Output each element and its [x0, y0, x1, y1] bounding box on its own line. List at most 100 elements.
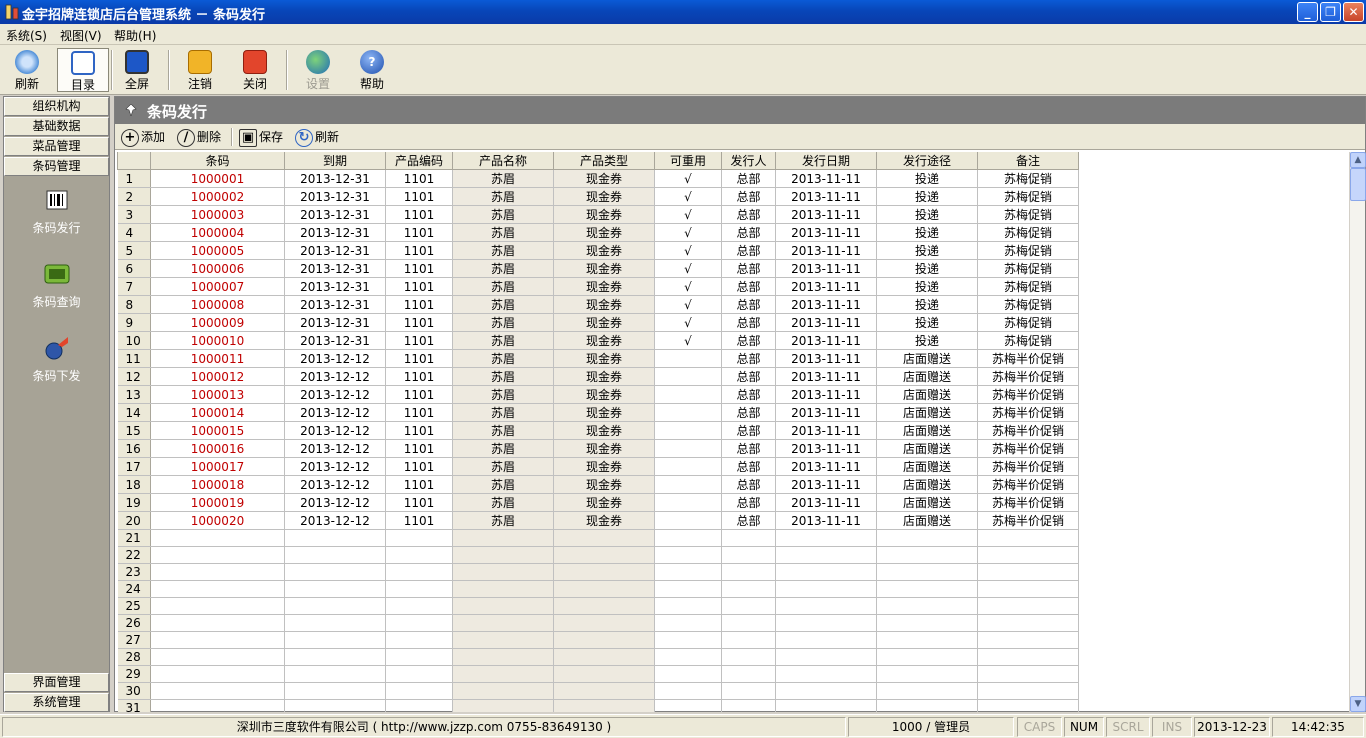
grid-cell[interactable] — [385, 682, 453, 700]
grid-cell[interactable] — [452, 699, 554, 712]
grid-cell[interactable] — [553, 563, 655, 581]
grid-cell[interactable]: 2013-11-11 — [775, 259, 877, 278]
grid-cell[interactable]: 1000005 — [150, 241, 285, 260]
save-button[interactable]: ▣ 保存 — [239, 127, 283, 147]
grid-cell[interactable] — [385, 597, 453, 615]
grid-cell[interactable]: 现金券 — [553, 295, 655, 314]
grid-cell[interactable]: 苏眉 — [452, 259, 554, 278]
grid-cell[interactable] — [977, 699, 1079, 712]
grid-cell[interactable] — [654, 511, 722, 530]
help-button[interactable]: ? 帮助 — [346, 48, 398, 92]
grid-cell[interactable] — [876, 529, 978, 547]
close-window-button[interactable]: ✕ — [1343, 2, 1364, 22]
grid-cell[interactable]: 现金券 — [553, 277, 655, 296]
grid-cell[interactable]: 总部 — [721, 277, 776, 296]
grid-cell[interactable] — [553, 529, 655, 547]
grid-cell[interactable]: 苏眉 — [452, 169, 554, 188]
grid-cell[interactable] — [385, 563, 453, 581]
grid-cell[interactable]: 1000012 — [150, 367, 285, 386]
menu-system[interactable]: 系统(S) — [6, 27, 47, 44]
grid-cell[interactable] — [385, 529, 453, 547]
menu-help[interactable]: 帮助(H) — [114, 27, 156, 44]
grid-cell[interactable]: 1101 — [385, 259, 453, 278]
grid-cell[interactable] — [775, 597, 877, 615]
grid-cell[interactable]: 2013-12-31 — [284, 169, 386, 188]
grid-cell[interactable] — [977, 546, 1079, 564]
grid-cell[interactable] — [385, 580, 453, 598]
grid-cell[interactable] — [876, 614, 978, 632]
grid-cell[interactable] — [284, 648, 386, 666]
scroll-down-icon[interactable]: ▼ — [1350, 696, 1366, 712]
grid-cell[interactable]: 总部 — [721, 403, 776, 422]
grid-cell[interactable]: 苏眉 — [452, 385, 554, 404]
grid-cell[interactable] — [150, 563, 285, 581]
grid-cell[interactable]: 2013-12-12 — [284, 475, 386, 494]
grid-cell[interactable]: 现金券 — [553, 313, 655, 332]
menu-view[interactable]: 视图(V) — [60, 27, 102, 44]
grid-cell[interactable]: 现金券 — [553, 511, 655, 530]
grid-cell[interactable]: 2013-11-11 — [775, 475, 877, 494]
grid-cell[interactable]: 现金券 — [553, 475, 655, 494]
grid-cell[interactable] — [452, 614, 554, 632]
grid-cell[interactable]: 苏梅促销 — [977, 313, 1079, 332]
grid-cell[interactable] — [977, 648, 1079, 666]
grid-cell[interactable]: 店面赠送 — [876, 511, 978, 530]
grid-cell[interactable]: 1000018 — [150, 475, 285, 494]
grid-cell[interactable] — [150, 529, 285, 547]
grid-cell[interactable] — [284, 597, 386, 615]
nav-item-barcode-query[interactable]: 条码查询 — [4, 259, 109, 310]
grid-cell[interactable] — [553, 631, 655, 649]
grid-cell[interactable]: 总部 — [721, 331, 776, 350]
table-row[interactable]: 10 1000010 2013-12-31 1101 苏眉 现金券 √ 总部 2013-11-1… — [117, 331, 1280, 350]
grid-cell[interactable]: 苏梅促销 — [977, 187, 1079, 206]
grid-cell[interactable]: 1101 — [385, 223, 453, 242]
table-row[interactable]: 29 — [117, 665, 1280, 683]
grid-cell[interactable]: 1101 — [385, 385, 453, 404]
grid-cell[interactable] — [284, 529, 386, 547]
grid-cell[interactable]: 1101 — [385, 475, 453, 494]
grid-cell[interactable]: √ — [654, 313, 722, 332]
grid-cell[interactable]: 2013-11-11 — [775, 493, 877, 512]
grid-cell[interactable]: 1101 — [385, 277, 453, 296]
table-row[interactable]: 4 1000004 2013-12-31 1101 苏眉 现金券 √ 总部 2013-11-11… — [117, 223, 1280, 242]
grid-cell[interactable] — [385, 648, 453, 666]
grid-cell[interactable] — [654, 614, 722, 632]
grid-cell[interactable] — [553, 614, 655, 632]
table-row[interactable]: 28 — [117, 648, 1280, 666]
grid-cell[interactable]: 总部 — [721, 439, 776, 458]
grid-cell[interactable]: 2013-11-11 — [775, 223, 877, 242]
grid-cell[interactable]: 投递 — [876, 331, 978, 350]
grid-cell[interactable] — [284, 699, 386, 712]
grid-cell[interactable] — [977, 563, 1079, 581]
grid-cell[interactable]: 苏梅半价促销 — [977, 439, 1079, 458]
grid-cell[interactable]: √ — [654, 223, 722, 242]
grid-cell[interactable] — [150, 682, 285, 700]
grid-cell[interactable]: 1101 — [385, 205, 453, 224]
grid-cell[interactable] — [775, 648, 877, 666]
grid-cell[interactable]: 2013-12-12 — [284, 367, 386, 386]
grid-cell[interactable] — [654, 682, 722, 700]
table-row[interactable]: 31 — [117, 699, 1280, 712]
nav-section-dishes[interactable]: 菜品管理 — [4, 137, 109, 156]
grid-cell[interactable] — [553, 546, 655, 564]
grid-cell[interactable]: 现金券 — [553, 493, 655, 512]
grid-cell[interactable]: 2013-11-11 — [775, 241, 877, 260]
table-row[interactable]: 14 1000014 2013-12-12 1101 苏眉 现金券 总部 2013-11-11… — [117, 403, 1280, 422]
grid-cell[interactable] — [721, 614, 776, 632]
grid-cell[interactable] — [150, 648, 285, 666]
grid-cell[interactable]: 2013-12-31 — [284, 331, 386, 350]
grid-cell[interactable]: 2013-11-11 — [775, 367, 877, 386]
grid-cell[interactable]: 现金券 — [553, 187, 655, 206]
grid-cell[interactable]: 投递 — [876, 205, 978, 224]
grid-cell[interactable]: 2013-12-12 — [284, 493, 386, 512]
grid-cell[interactable] — [654, 529, 722, 547]
grid-cell[interactable] — [553, 648, 655, 666]
grid-cell[interactable]: 店面赠送 — [876, 367, 978, 386]
grid-cell[interactable]: 2013-12-12 — [284, 421, 386, 440]
grid-cell[interactable] — [721, 529, 776, 547]
table-row[interactable]: 22 — [117, 546, 1280, 564]
grid-cell[interactable]: √ — [654, 187, 722, 206]
col-barcode[interactable]: 条码 — [150, 152, 285, 170]
table-row[interactable]: 27 — [117, 631, 1280, 649]
grid-cell[interactable]: √ — [654, 169, 722, 188]
